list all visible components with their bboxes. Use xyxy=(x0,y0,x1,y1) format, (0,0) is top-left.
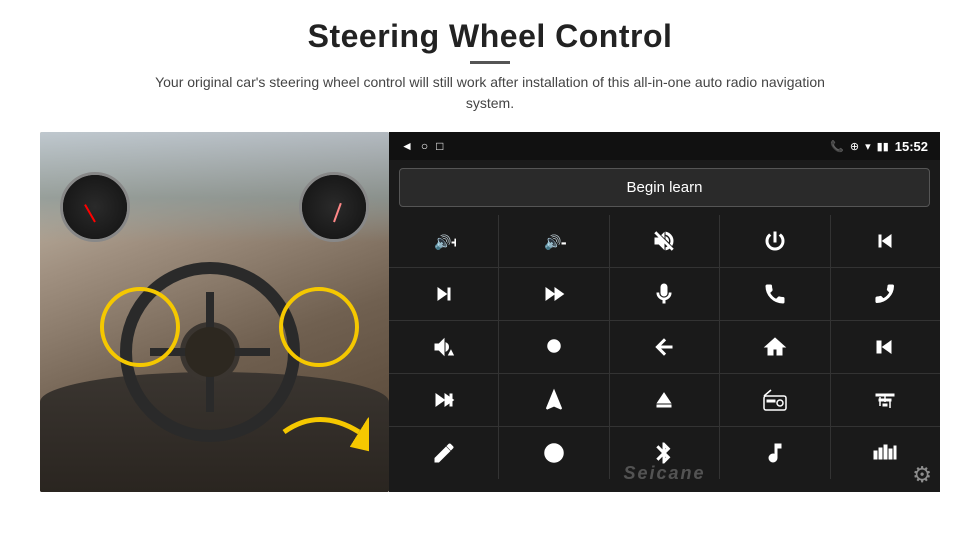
end-call-button[interactable] xyxy=(831,268,940,320)
prev-track-button[interactable] xyxy=(831,215,940,267)
steering-ctrl-button[interactable] xyxy=(499,427,608,479)
music-button[interactable] xyxy=(720,427,829,479)
back-button[interactable] xyxy=(610,321,719,373)
page-wrapper: Steering Wheel Control Your original car… xyxy=(0,0,980,548)
svg-text:🔊+: 🔊+ xyxy=(434,233,456,251)
svg-text:🔊-: 🔊- xyxy=(544,233,566,251)
page-subtitle: Your original car's steering wheel contr… xyxy=(140,72,840,114)
radio-button[interactable] xyxy=(720,374,829,426)
yellow-arrow xyxy=(279,402,369,462)
settings-gear-icon[interactable]: ⚙ xyxy=(912,462,932,488)
vol-up-button[interactable]: 🔊+ xyxy=(389,215,498,267)
call-button[interactable] xyxy=(720,268,829,320)
vol-down-button[interactable]: 🔊- xyxy=(499,215,608,267)
svg-text:▲: ▲ xyxy=(447,348,455,357)
equalizer-button[interactable] xyxy=(831,374,940,426)
location-icon: ⊕ xyxy=(850,140,859,153)
phone-icon: 📞 xyxy=(830,140,844,153)
gauge-right xyxy=(299,172,369,242)
power-button[interactable] xyxy=(720,215,829,267)
content-row: ◄ ○ □ 📞 ⊕ ▾ ▮▮ 15:52 Begin learn xyxy=(40,132,940,492)
time-display: 15:52 xyxy=(895,139,928,154)
android-statusbar: ◄ ○ □ 📞 ⊕ ▾ ▮▮ 15:52 xyxy=(389,132,940,160)
begin-learn-row: Begin learn xyxy=(389,160,940,215)
title-divider xyxy=(470,61,510,64)
next-track-button[interactable] xyxy=(389,268,498,320)
yellow-circle-left xyxy=(100,287,180,367)
settings-360-button[interactable]: 360° xyxy=(499,321,608,373)
wifi-icon: ▾ xyxy=(865,140,871,153)
mute-button[interactable] xyxy=(610,215,719,267)
mic-button[interactable] xyxy=(610,268,719,320)
begin-learn-button[interactable]: Begin learn xyxy=(399,168,930,207)
control-grid-wrapper: 🔊+ 🔊- xyxy=(389,215,940,492)
nav-button[interactable] xyxy=(499,374,608,426)
car-photo xyxy=(40,132,389,492)
page-title: Steering Wheel Control xyxy=(140,18,840,55)
home-button[interactable] xyxy=(720,321,829,373)
speaker-button[interactable]: ▲ xyxy=(389,321,498,373)
skip-back-button[interactable] xyxy=(831,321,940,373)
title-section: Steering Wheel Control Your original car… xyxy=(140,18,840,126)
eject-button[interactable] xyxy=(610,374,719,426)
gauge-left xyxy=(60,172,130,242)
recents-nav-icon[interactable]: □ xyxy=(436,139,443,153)
statusbar-right: 📞 ⊕ ▾ ▮▮ 15:52 xyxy=(830,139,928,154)
home-nav-icon[interactable]: ○ xyxy=(421,139,428,153)
control-grid: 🔊+ 🔊- xyxy=(389,215,940,479)
svg-text:360°: 360° xyxy=(550,345,560,351)
yellow-circle-right xyxy=(279,287,359,367)
fast-forward-button[interactable] xyxy=(499,268,608,320)
pen-button[interactable] xyxy=(389,427,498,479)
bluetooth-button[interactable] xyxy=(610,427,719,479)
battery-icon: ▮▮ xyxy=(877,140,889,153)
fast-fwd-button[interactable] xyxy=(389,374,498,426)
android-screen: ◄ ○ □ 📞 ⊕ ▾ ▮▮ 15:52 Begin learn xyxy=(389,132,940,492)
back-nav-icon[interactable]: ◄ xyxy=(401,139,413,153)
statusbar-left: ◄ ○ □ xyxy=(401,139,443,153)
